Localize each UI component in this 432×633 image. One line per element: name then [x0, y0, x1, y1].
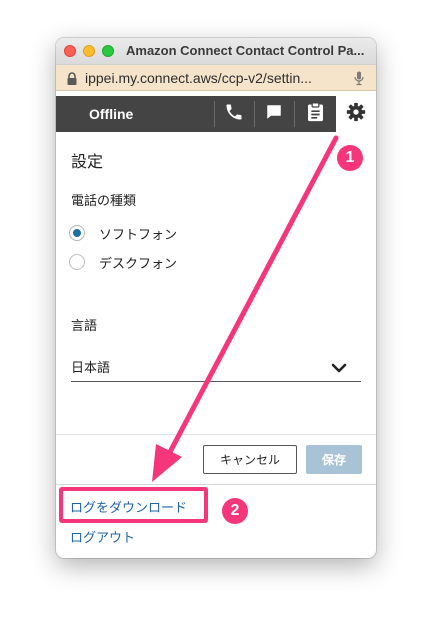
- annotation-arrow: [152, 135, 339, 482]
- callout-badge-1: 1: [337, 145, 363, 171]
- callout-badge-2: 2: [222, 498, 248, 524]
